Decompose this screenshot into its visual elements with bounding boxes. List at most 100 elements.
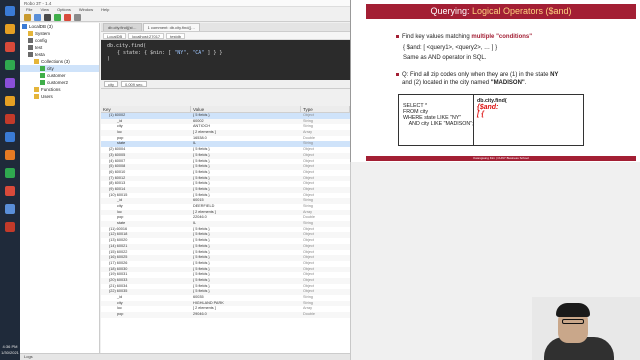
tree-item-label: customer [47,73,66,78]
bullet-icon [396,34,399,38]
collection-icon [40,66,45,71]
app-icon[interactable] [5,132,15,142]
tree-item-label: customer2 [47,80,69,85]
tab-strip: db.city.find({st… 1 comment: db.city.fin… [101,23,350,32]
app-icon[interactable] [5,42,15,52]
menu-view[interactable]: View [40,7,49,13]
table-row[interactable]: pop 29046.0 Double [101,312,350,318]
tree-item[interactable]: System [20,30,99,37]
app-icon[interactable] [5,222,15,232]
connection-tree: LocalDB (3) System config test testa Collecti… [20,23,100,360]
run-icon[interactable] [54,14,61,21]
taskbar-time: 4:36 PM [2,344,18,349]
tree-item-label: Users [41,94,53,99]
result-bar: city 0.009 sec. [101,80,350,89]
app-icon[interactable] [5,114,15,124]
app-icon[interactable] [5,6,15,16]
tree-item[interactable]: Collections (3) [20,58,99,65]
value-cell: 29046.0 [193,312,207,317]
folder-icon [34,94,39,99]
tree-item[interactable]: customer [20,72,99,79]
webcam-overlay [532,297,640,360]
column-value[interactable]: Value [191,106,301,112]
type-cell: Double [303,312,316,317]
tree-item[interactable]: Users [20,93,99,100]
sql-query: SELECT * FROM city WHERE state LIKE "NY"… [399,95,474,145]
app-icon[interactable] [5,186,15,196]
column-type[interactable]: Type [301,106,350,112]
stop-icon[interactable] [64,14,71,21]
status-bar: Logs [20,353,350,360]
app-icon[interactable] [5,96,15,106]
menu-window[interactable]: Window [79,7,93,13]
editor-area: db.city.find({st… 1 comment: db.city.fin… [101,23,350,360]
shell-editor[interactable]: db.city.find( { state: { $nin: [ "NY", "… [101,40,350,80]
connect-icon[interactable] [44,14,51,21]
tree-item-label: testa [35,52,45,57]
tree-item[interactable]: testa [20,51,99,58]
connection-bar: LocalDB localhost:27017 testdb [101,32,350,40]
tab-query-1[interactable]: db.city.find({st… [103,23,142,31]
database-icon [28,52,33,57]
taskbar-date: 1/30/2021 [1,350,19,355]
bullet-4: Q: Find all zip codes only when they are… [396,71,636,87]
host-chip: localhost:27017 [128,33,165,39]
column-key[interactable]: Key [101,106,191,112]
robo3t-window: Robo 3T - 1.4 File View Options Window Help … [20,0,350,360]
result-collection: city [104,81,118,87]
app-icon[interactable] [5,168,15,178]
grid-body: (1) 60002{ 5 fields } Object _id 60002 Strin… [101,113,350,318]
folder-icon [28,31,33,36]
lecture-slide: Querying: Logical Operators ($and) Find … [350,0,640,162]
presenter-hair [556,303,590,317]
tab-query-2[interactable]: 1 comment: db.city.find({… [142,23,201,31]
app-icon[interactable] [5,150,15,160]
menu-file[interactable]: File [26,7,32,13]
menu-options[interactable]: Options [57,7,71,13]
tree-item[interactable]: config [20,37,99,44]
server-icon [22,24,27,29]
app-icon[interactable] [5,24,15,34]
folder-icon [34,59,39,64]
database-icon [28,38,33,43]
slide-footer: Kwangsung Kim | CUNY Business School [366,156,636,161]
sql-comparison-box: SELECT * FROM city WHERE state LIKE "NY"… [398,94,584,146]
mongo-query: db.city.find( {$and: [ { [474,95,583,145]
handwritten-annotation-2: [ { [477,111,484,118]
bullet-icon [396,72,399,76]
bullet-3: Same as AND operator in SQL. [403,55,487,61]
collection-icon [40,73,45,78]
handwritten-annotation-1: {$and: [477,104,499,111]
database-icon [28,45,33,50]
menu-help[interactable]: Help [101,7,109,13]
tree-item[interactable]: customer2 [20,79,99,86]
tree-item-label: LocalDB (3) [29,24,53,29]
app-icon[interactable] [5,60,15,70]
tree-item-label: System [35,31,51,36]
key-cell: pop [117,312,124,317]
taskbar: 4:36 PM 1/30/2021 [0,0,20,360]
tree-item-label: Functions [41,87,61,92]
collection-icon [40,80,45,85]
tree-item[interactable]: test [20,44,99,51]
shell-line-3: ) [107,56,111,62]
tree-item[interactable]: LocalDB (3) [20,23,99,30]
folder-icon [34,87,39,92]
window-title: Robo 3T - 1.4 [20,0,350,7]
grid-header: Key Value Type [101,106,350,113]
tree-item-label: test [35,45,43,50]
save-icon[interactable] [34,14,41,21]
format-icon[interactable] [74,14,81,21]
connection-chip: LocalDB [103,33,127,39]
tree-item[interactable]: Functions [20,86,99,93]
tree-item-label: Collections (3) [41,59,70,64]
toolbar [20,13,350,22]
tree-item-label: city [47,66,54,71]
open-icon[interactable] [24,14,31,21]
tree-item[interactable]: city [20,65,99,72]
app-icon[interactable] [5,78,15,88]
slide-title: Querying: Logical Operators ($and) [366,4,636,19]
app-icon[interactable] [5,204,15,214]
result-grid[interactable]: Key Value Type (1) 60002{ 5 fields } Obje… [101,106,350,360]
database-chip: testdb [166,33,186,39]
